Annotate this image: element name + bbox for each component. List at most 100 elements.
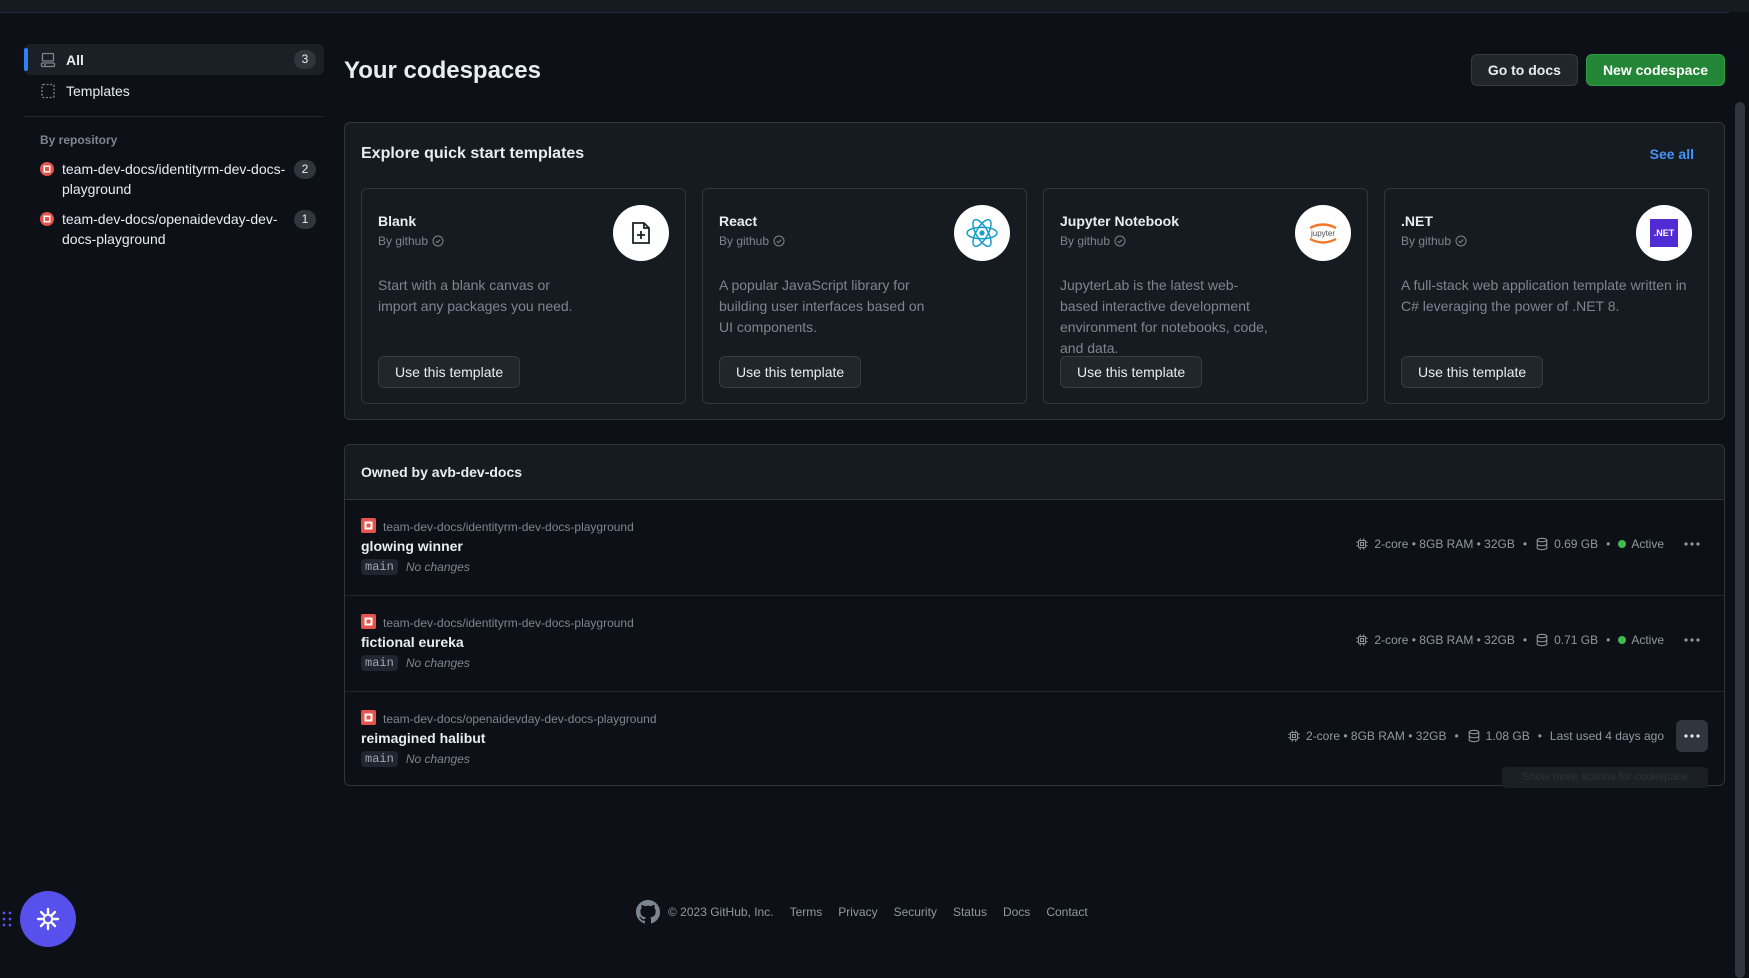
- sparkle-asterisk-icon: [36, 907, 60, 931]
- more-actions-button[interactable]: [1676, 624, 1708, 656]
- changes-status: No changes: [405, 560, 470, 574]
- footer-link-security[interactable]: Security: [894, 905, 937, 919]
- footer-link-status[interactable]: Status: [953, 905, 987, 919]
- sidebar-item-templates[interactable]: Templates: [24, 75, 324, 106]
- codespace-meta: main No changes: [361, 655, 470, 671]
- codespace-meta: main No changes: [361, 559, 470, 575]
- codespace-details: 2-core • 8GB RAM • 32GB • 0.71 GB • Acti…: [1355, 624, 1708, 656]
- template-description: JupyterLab is the latest web-based inter…: [1060, 277, 1268, 356]
- codespace-status: Last used 4 days ago: [1549, 729, 1664, 743]
- footer-link-privacy[interactable]: Privacy: [838, 905, 877, 919]
- sidebar-repo-identityrm[interactable]: team-dev-docs/identityrm-dev-docs-playgr…: [24, 159, 324, 199]
- jupyter-logo-text: jupyter: [1310, 228, 1335, 238]
- template-icon: [40, 83, 56, 99]
- codespace-row: team-dev-docs/openaidevday-dev-docs-play…: [345, 692, 1724, 788]
- footer-link-terms[interactable]: Terms: [790, 905, 823, 919]
- repo-avatar-icon: [361, 614, 376, 632]
- template-author-label: By github: [378, 234, 429, 248]
- codespace-name[interactable]: fictional eureka: [361, 634, 464, 650]
- footer-link-contact[interactable]: Contact: [1046, 905, 1087, 919]
- codespace-repo-label: team-dev-docs/identityrm-dev-docs-playgr…: [383, 520, 634, 534]
- codespaces-icon: [40, 52, 56, 68]
- sidebar-item-label: All: [66, 51, 84, 68]
- header-actions: Go to docs New codespace: [1470, 54, 1725, 86]
- template-description: Start with a blank canvas or import any …: [378, 277, 573, 314]
- see-all-link[interactable]: See all: [1650, 146, 1694, 162]
- more-actions-tooltip: Show more actions for codespace: [1502, 767, 1708, 788]
- repo-avatar-icon: [40, 212, 54, 229]
- template-description: A popular JavaScript library for buildin…: [719, 277, 925, 335]
- template-card-jupyter: Jupyter Notebook By github JupyterLab is…: [1043, 188, 1368, 404]
- machine-spec: 2-core • 8GB RAM • 32GB: [1374, 633, 1515, 647]
- owned-heading: Owned by avb-dev-docs: [345, 445, 1724, 500]
- branch-label: main: [361, 559, 398, 575]
- codespace-repo: team-dev-docs/openaidevday-dev-docs-play…: [361, 710, 657, 728]
- drag-handle-icon[interactable]: [2, 911, 12, 927]
- sidebar-repo-openaidevday[interactable]: team-dev-docs/openaidevday-dev-docs-play…: [24, 209, 324, 249]
- codespace-name[interactable]: glowing winner: [361, 538, 463, 554]
- assistant-fab-button[interactable]: [20, 891, 76, 947]
- codespace-repo-label: team-dev-docs/identityrm-dev-docs-playgr…: [383, 616, 634, 630]
- new-codespace-button[interactable]: New codespace: [1585, 54, 1725, 86]
- active-status-indicator: [1618, 540, 1627, 548]
- go-to-docs-button[interactable]: Go to docs: [1470, 54, 1578, 86]
- verified-icon: [1114, 235, 1126, 247]
- database-icon: [1536, 633, 1548, 647]
- branch-label: main: [361, 751, 398, 767]
- footer-copyright: © 2023 GitHub, Inc.: [636, 900, 774, 924]
- repo-label: team-dev-docs/identityrm-dev-docs-playgr…: [62, 161, 286, 197]
- codespace-meta: main No changes: [361, 751, 470, 767]
- separator-dot: •: [1454, 729, 1459, 743]
- database-icon: [1468, 729, 1480, 743]
- cpu-icon: [1356, 634, 1369, 646]
- codespace-status: Active: [1631, 537, 1664, 551]
- sidebar-item-all[interactable]: All 3: [24, 44, 324, 75]
- repo-avatar-icon: [361, 710, 376, 728]
- repo-avatar-icon: [40, 162, 54, 179]
- kebab-horizontal-icon: [1684, 542, 1700, 546]
- codespace-details: 2-core • 8GB RAM • 32GB • 0.69 GB • Acti…: [1355, 528, 1708, 560]
- machine-spec: 2-core • 8GB RAM • 32GB: [1306, 729, 1447, 743]
- use-template-button[interactable]: Use this template: [719, 356, 862, 388]
- footer-link-docs[interactable]: Docs: [1003, 905, 1030, 919]
- count-badge: 3: [294, 50, 316, 69]
- kebab-horizontal-icon: [1684, 638, 1700, 642]
- codespace-name[interactable]: reimagined halibut: [361, 730, 485, 746]
- storage-size: 0.69 GB: [1554, 537, 1599, 551]
- dotnet-logo-icon: .NET: [1636, 205, 1692, 261]
- count-badge: 2: [294, 160, 316, 179]
- verified-icon: [432, 235, 444, 247]
- repo-avatar-icon: [361, 518, 376, 536]
- codespace-status: Active: [1631, 633, 1664, 647]
- page-scrollbar[interactable]: [1729, 12, 1749, 978]
- github-logo-icon: [636, 900, 660, 924]
- sidebar-item-label: Templates: [66, 82, 130, 99]
- storage-size: 0.71 GB: [1554, 633, 1599, 647]
- copyright-text: © 2023 GitHub, Inc.: [668, 905, 774, 919]
- codespace-row: team-dev-docs/identityrm-dev-docs-playgr…: [345, 596, 1724, 692]
- template-author: By github: [719, 234, 785, 248]
- codespace-repo-label: team-dev-docs/openaidevday-dev-docs-play…: [383, 712, 657, 726]
- by-repository-heading: By repository: [40, 133, 118, 147]
- quick-start-templates: Explore quick start templates See all Bl…: [344, 122, 1725, 420]
- owned-codespaces-list: Owned by avb-dev-docs team-dev-docs/iden…: [344, 444, 1725, 788]
- separator-dot: •: [1522, 537, 1528, 551]
- more-actions-button[interactable]: [1676, 528, 1708, 560]
- scrollbar-thumb[interactable]: [1735, 102, 1745, 978]
- template-author-label: By github: [1060, 234, 1111, 248]
- use-template-button[interactable]: Use this template: [1060, 356, 1203, 388]
- changes-status: No changes: [405, 752, 470, 766]
- database-icon: [1536, 537, 1548, 551]
- more-actions-button[interactable]: [1676, 720, 1708, 752]
- separator-dot: •: [1522, 633, 1528, 647]
- changes-status: No changes: [405, 656, 470, 670]
- template-name: .NET: [1401, 213, 1433, 229]
- file-plus-icon: [613, 205, 669, 261]
- storage-size: 1.08 GB: [1485, 729, 1530, 743]
- template-author: By github: [1060, 234, 1126, 248]
- use-template-button[interactable]: Use this template: [1401, 356, 1544, 388]
- template-author-label: By github: [1401, 234, 1452, 248]
- use-template-button[interactable]: Use this template: [378, 356, 521, 388]
- jupyter-logo-icon: jupyter: [1295, 205, 1351, 261]
- dotnet-logo-text: .NET: [1650, 219, 1678, 247]
